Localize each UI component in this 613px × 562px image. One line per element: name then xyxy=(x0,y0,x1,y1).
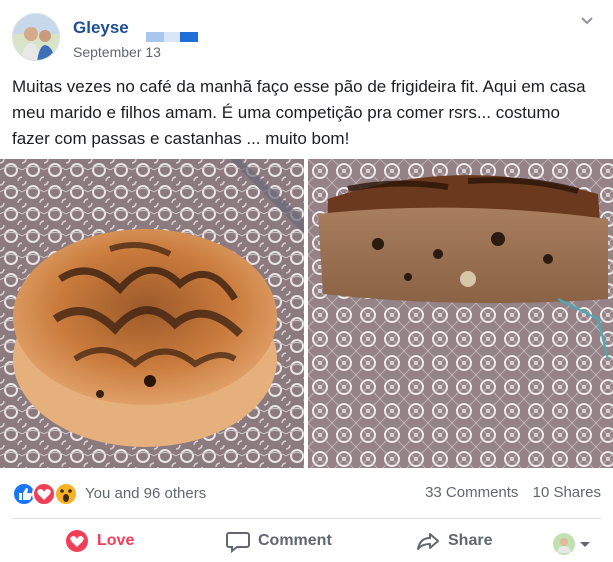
photo-grid xyxy=(0,159,613,468)
love-button-label: Love xyxy=(97,532,135,549)
photo-bread-whole[interactable] xyxy=(0,159,304,468)
photo-bread-cut[interactable] xyxy=(308,159,613,468)
post-text: Muitas vezes no café da manhã faço esse … xyxy=(12,77,586,148)
post-date[interactable]: September 13 xyxy=(73,44,161,60)
avatar[interactable] xyxy=(12,13,60,61)
comment-icon xyxy=(226,532,250,553)
reactions-bar: You and 96 others 33 Comments 10 Shares xyxy=(0,468,613,518)
reactions-summary[interactable]: You and 96 others xyxy=(85,485,206,502)
comments-count[interactable]: 33 Comments xyxy=(425,484,518,501)
caret-down-icon xyxy=(580,542,590,547)
author-name[interactable]: Gleyse xyxy=(73,18,129,38)
comment-button-label: Comment xyxy=(258,532,332,549)
action-bar: Love Comment Share xyxy=(0,519,613,562)
engagement-counts: 33 Comments 10 Shares xyxy=(425,484,601,501)
post-header: Gleyse September 13 xyxy=(0,0,613,66)
viewer-selector[interactable] xyxy=(552,532,600,556)
heart-icon xyxy=(66,530,88,552)
like-icon xyxy=(12,482,36,506)
shares-count[interactable]: 10 Shares xyxy=(533,484,601,501)
wow-icon xyxy=(54,482,78,506)
heart-icon xyxy=(32,482,56,506)
comment-button[interactable]: Comment xyxy=(226,529,332,553)
chevron-down-icon[interactable] xyxy=(576,14,598,28)
reaction-icons[interactable] xyxy=(12,482,84,506)
avatar xyxy=(553,533,575,555)
badge-icon xyxy=(146,29,198,42)
share-button-label: Share xyxy=(448,532,493,549)
share-button[interactable]: Share xyxy=(416,529,492,553)
share-icon xyxy=(417,533,439,550)
love-button[interactable]: Love xyxy=(65,529,134,553)
